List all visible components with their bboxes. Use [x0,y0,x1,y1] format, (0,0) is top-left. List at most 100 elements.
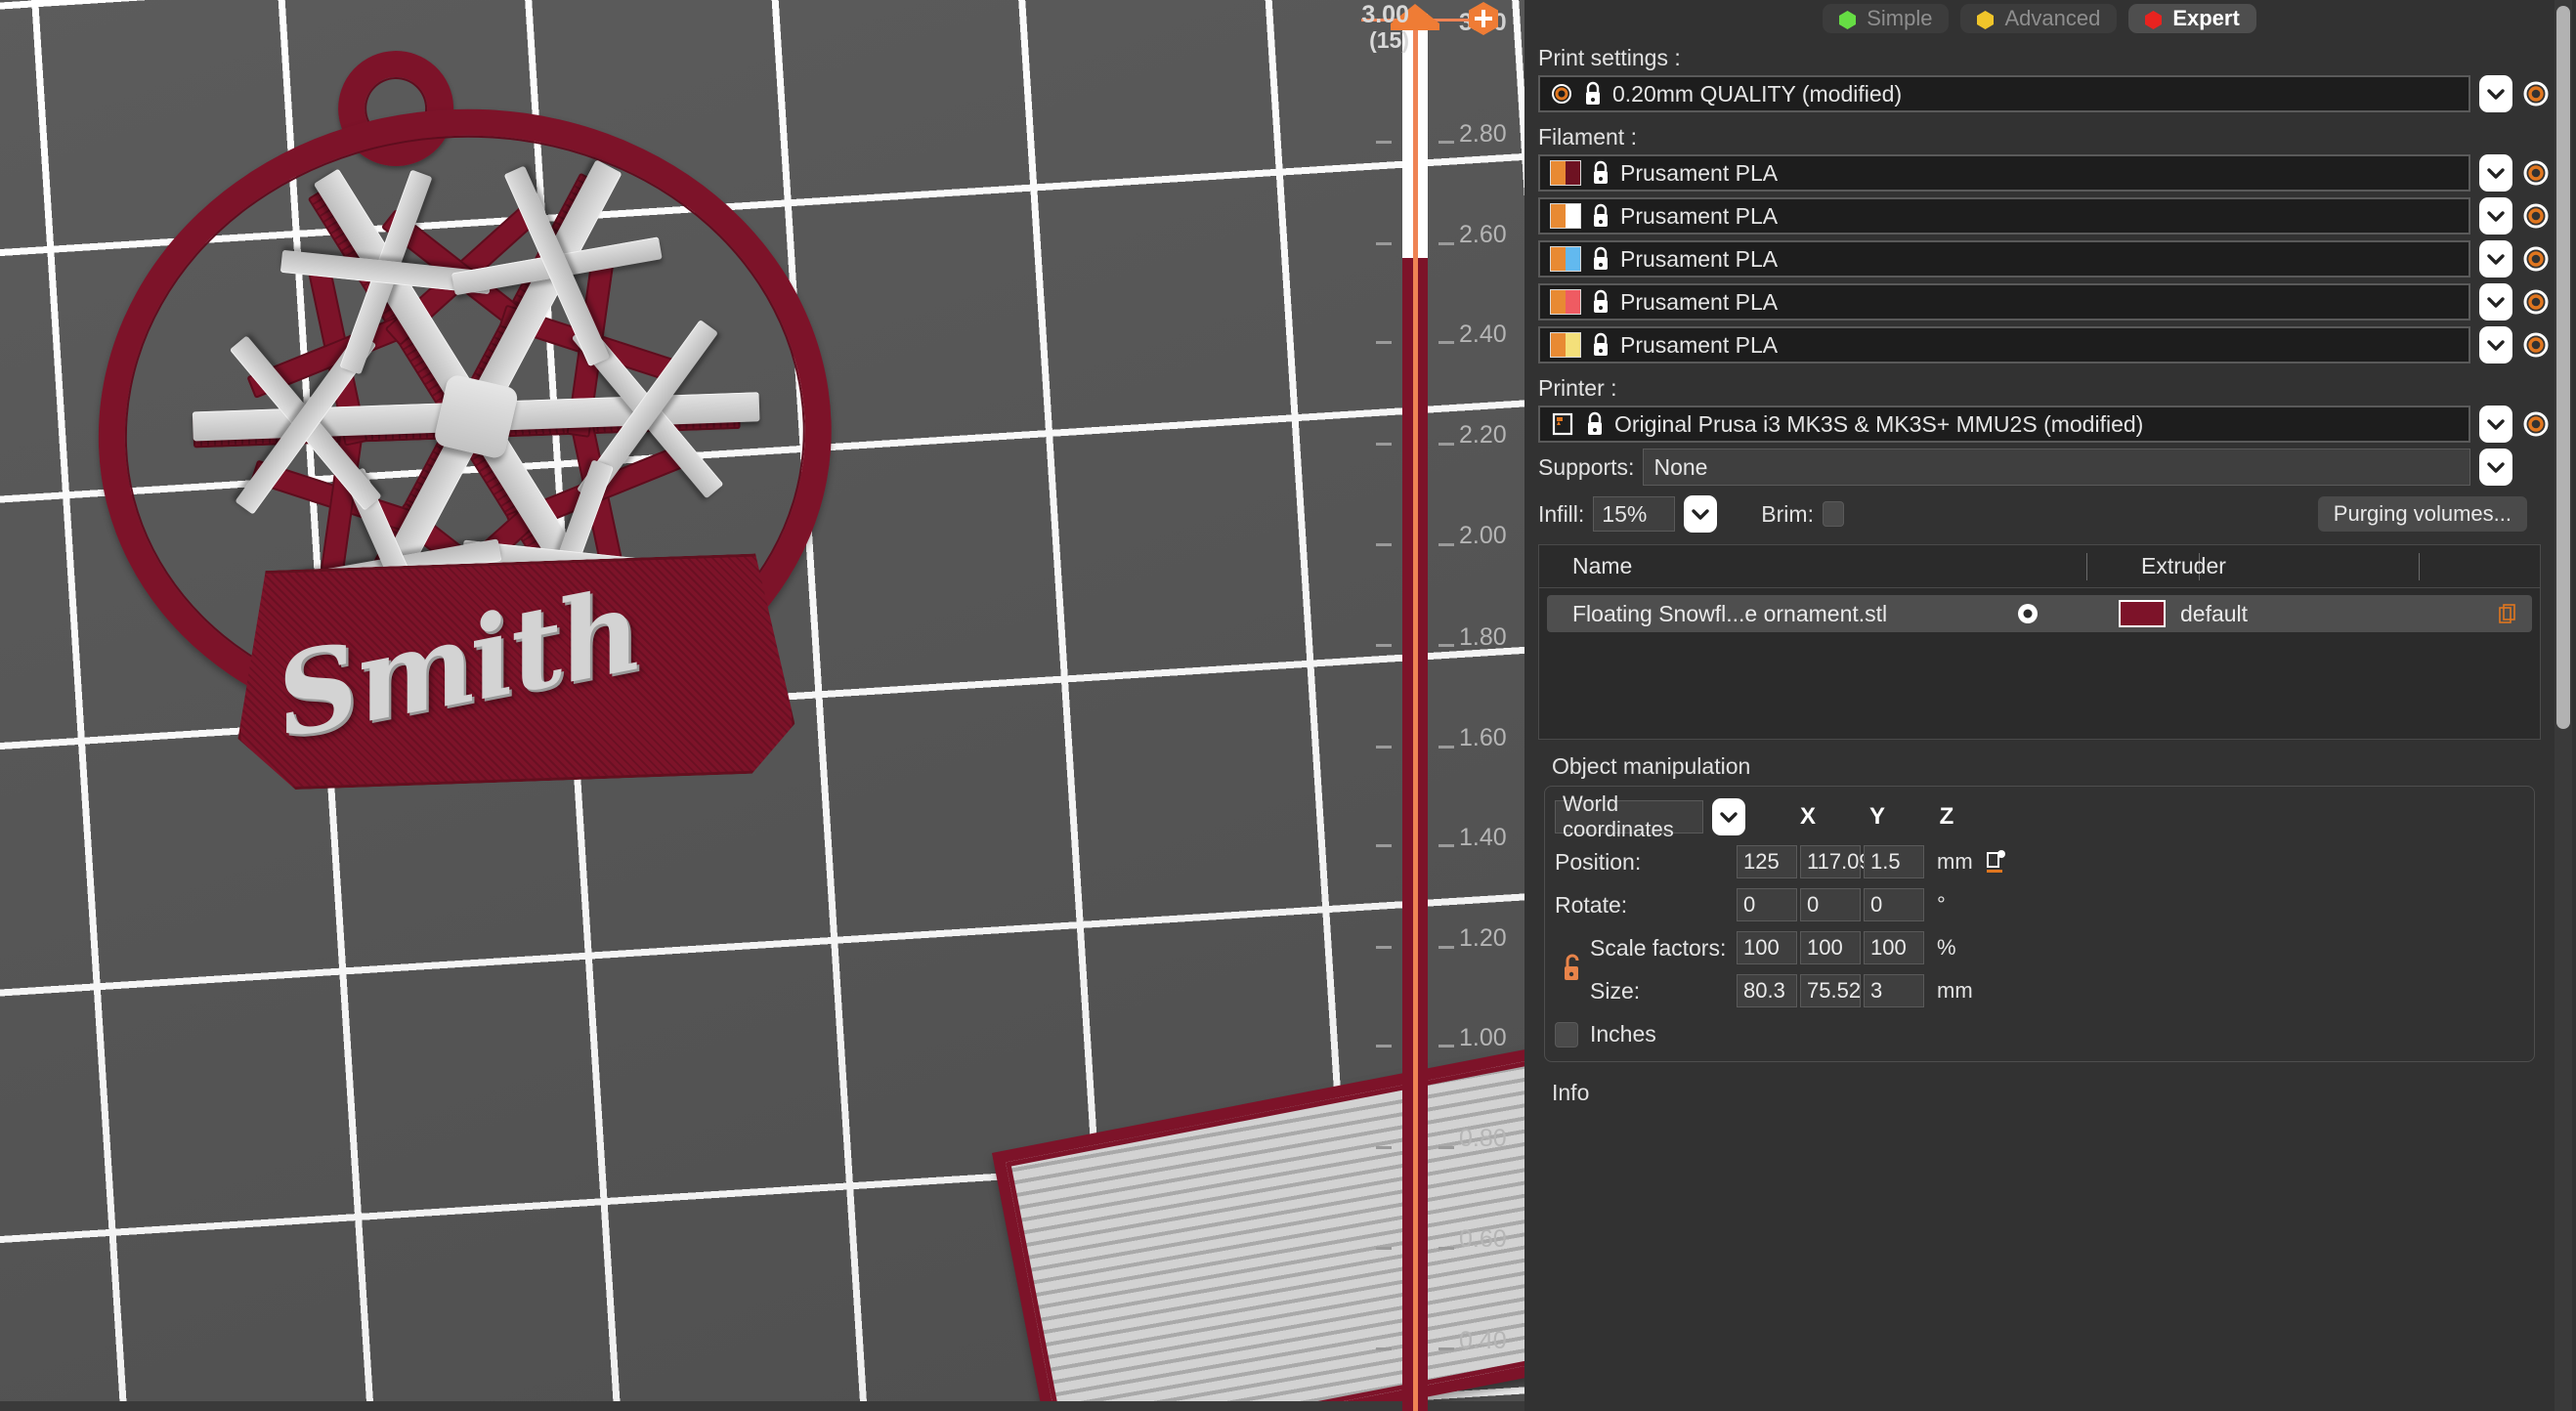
3d-viewport[interactable]: Smith 3.002.802.602.402.202.001.801.601.… [0,0,1524,1411]
ornament-model[interactable]: Smith [66,5,968,1265]
infill-dropdown-button[interactable] [1684,495,1718,533]
infill-row: Infill: 15% Brim: Purging volumes... [1524,486,2555,533]
print-settings-gear-button[interactable] [2521,79,2551,108]
infill-select[interactable]: 15% [1593,496,1676,532]
column-header-extruder: Extruder [2141,553,2226,578]
filament-dropdown-button-4[interactable] [2479,283,2512,321]
printer-dropdown-button[interactable] [2479,406,2512,443]
coordinate-system-dropdown-button[interactable] [1712,798,1745,835]
printer-gear-button[interactable] [2521,409,2551,439]
manip-label-position: Position: [1555,848,1642,875]
inches-label: Inches [1590,1021,1656,1047]
filament-dropdown-button-5[interactable] [2479,326,2512,363]
printer-label: Printer : [1538,375,1617,401]
manip-row-scale-factors: Scale factors: 100 100 100% [1555,931,2524,980]
filament-combo-5[interactable]: Prusament PLA [1538,326,2470,363]
inches-checkbox[interactable] [1555,1021,1578,1048]
axis-label-x: X [1799,803,1816,830]
object-color-swatch[interactable] [2119,600,2166,627]
scale-factors-z-field[interactable]: 100 [1864,931,1924,964]
coordinate-row: World coordinates X Y Z [1555,791,2524,841]
print-settings-combo[interactable]: 0.20mm QUALITY (modified) [1538,75,2470,112]
rotate-y-field[interactable]: 0 [1800,888,1861,921]
lock-closed-icon [1591,203,1610,229]
chevron-down-icon [2486,295,2506,309]
filament-combo-1[interactable]: Prusament PLA [1538,154,2470,192]
lock-closed-icon [1583,81,1603,107]
mode-button-simple-label: Simple [1867,6,1933,30]
chevron-down-icon [2486,417,2506,431]
size-x-field[interactable]: 80.3 [1737,974,1797,1007]
position-x-field[interactable]: 125 [1737,845,1797,878]
mode-button-advanced[interactable]: Advanced [1960,4,2118,33]
filament-dropdown-button-3[interactable] [2479,240,2512,278]
eye-icon[interactable] [2016,602,2039,625]
rotate-unit: ° [1937,892,1946,917]
printer-row: Original Prusa i3 MK3S & MK3S+ MMU2S (mo… [1524,406,2555,443]
position-y-field[interactable]: 117.09 [1800,845,1871,878]
ornament-name-plate [233,552,797,791]
position-z-field[interactable]: 1.5 [1864,845,1924,878]
coordinate-system-value: World coordinates [1563,791,1674,841]
panel-scrollbar-thumb[interactable] [2556,6,2570,729]
scale-factors-y-field[interactable]: 100 [1800,931,1861,964]
filament-combo-4[interactable]: Prusament PLA [1538,283,2470,321]
mode-button-expert-label: Expert [2172,6,2240,30]
drop-to-bed-icon[interactable] [1983,849,2008,875]
supports-dropdown-button[interactable] [2479,449,2512,486]
printer-combo[interactable]: Original Prusa i3 MK3S & MK3S+ MMU2S (mo… [1538,406,2470,443]
simple-mode-icon [1839,10,1857,29]
print-settings-dropdown-button[interactable] [2479,75,2512,112]
filament-gear-button-4[interactable] [2521,287,2551,317]
filament-gear-button-3[interactable] [2521,244,2551,274]
manip-row-rotate: Rotate: 0 0 0 ° [1555,888,2524,921]
filament-dropdown-button-2[interactable] [2479,197,2512,235]
object-manipulation-box: World coordinates X Y Z Position: 125 117.… [1544,786,2535,1062]
supports-select[interactable]: None [1643,449,2470,486]
size-z-field[interactable]: 3 [1864,974,1924,1007]
filament-color-swatch-2 [1550,203,1581,229]
scale-factors-x-field[interactable]: 100 [1737,931,1797,964]
rotate-z-field[interactable]: 0 [1864,888,1924,921]
filament-gear-button-1[interactable] [2521,158,2551,188]
purging-volumes-button[interactable]: Purging volumes... [2317,496,2527,532]
layer-slider-handle[interactable] [1389,2,1441,31]
position-unit: mm [1937,849,1973,874]
filament-color-swatch-1 [1550,160,1581,186]
infill-value-text: 15% [1602,500,1648,527]
mode-button-expert[interactable]: Expert [2128,4,2256,33]
print-settings-value: 0.20mm QUALITY (modified) [1612,80,1903,107]
mode-button-simple[interactable]: Simple [1823,4,1950,33]
manip-label-rotate: Rotate: [1555,891,1628,918]
plus-icon[interactable] [1466,1,1501,36]
filament-combo-2[interactable]: Prusament PLA [1538,197,2470,235]
filament-color-swatch-4 [1550,289,1581,315]
size-y-field[interactable]: 75.52 [1800,974,1861,1007]
panel-scrollbar[interactable] [2555,0,2572,1411]
size-unit: mm [1937,978,1973,1003]
filament-gear-button-5[interactable] [2521,330,2551,360]
table-row[interactable]: Floating Snowfl...e ornament.stl default [1547,595,2532,632]
chevron-down-icon [2486,252,2506,266]
expert-mode-icon [2145,10,2163,29]
copy-icon[interactable] [2499,604,2516,623]
coordinate-system-select[interactable]: World coordinates [1555,791,1703,841]
rotate-x-field[interactable]: 0 [1737,888,1797,921]
filament-combo-3[interactable]: Prusament PLA [1538,240,2470,278]
filament-value-2: Prusament PLA [1620,202,1779,229]
mode-button-advanced-label: Advanced [2004,6,2101,30]
chevron-down-icon [2486,209,2506,223]
filament-value-3: Prusament PLA [1620,245,1779,272]
filament-value-4: Prusament PLA [1620,288,1779,315]
lock-closed-icon [1591,160,1610,186]
brim-checkbox[interactable] [1822,501,1844,527]
lock-closed-icon [1591,289,1610,315]
filament-gear-button-2[interactable] [2521,201,2551,231]
prusaslicer-window: Smith 3.002.802.602.402.202.001.801.601.… [0,0,2576,1411]
lock-closed-icon [1591,246,1610,272]
info-title: Info [1552,1080,1590,1105]
filament-value-5: Prusament PLA [1620,331,1779,358]
object-list-table: Name Extruder Floating Snowfl...e orname… [1538,544,2541,740]
lock-closed-icon [1591,332,1610,358]
filament-dropdown-button-1[interactable] [2479,154,2512,192]
